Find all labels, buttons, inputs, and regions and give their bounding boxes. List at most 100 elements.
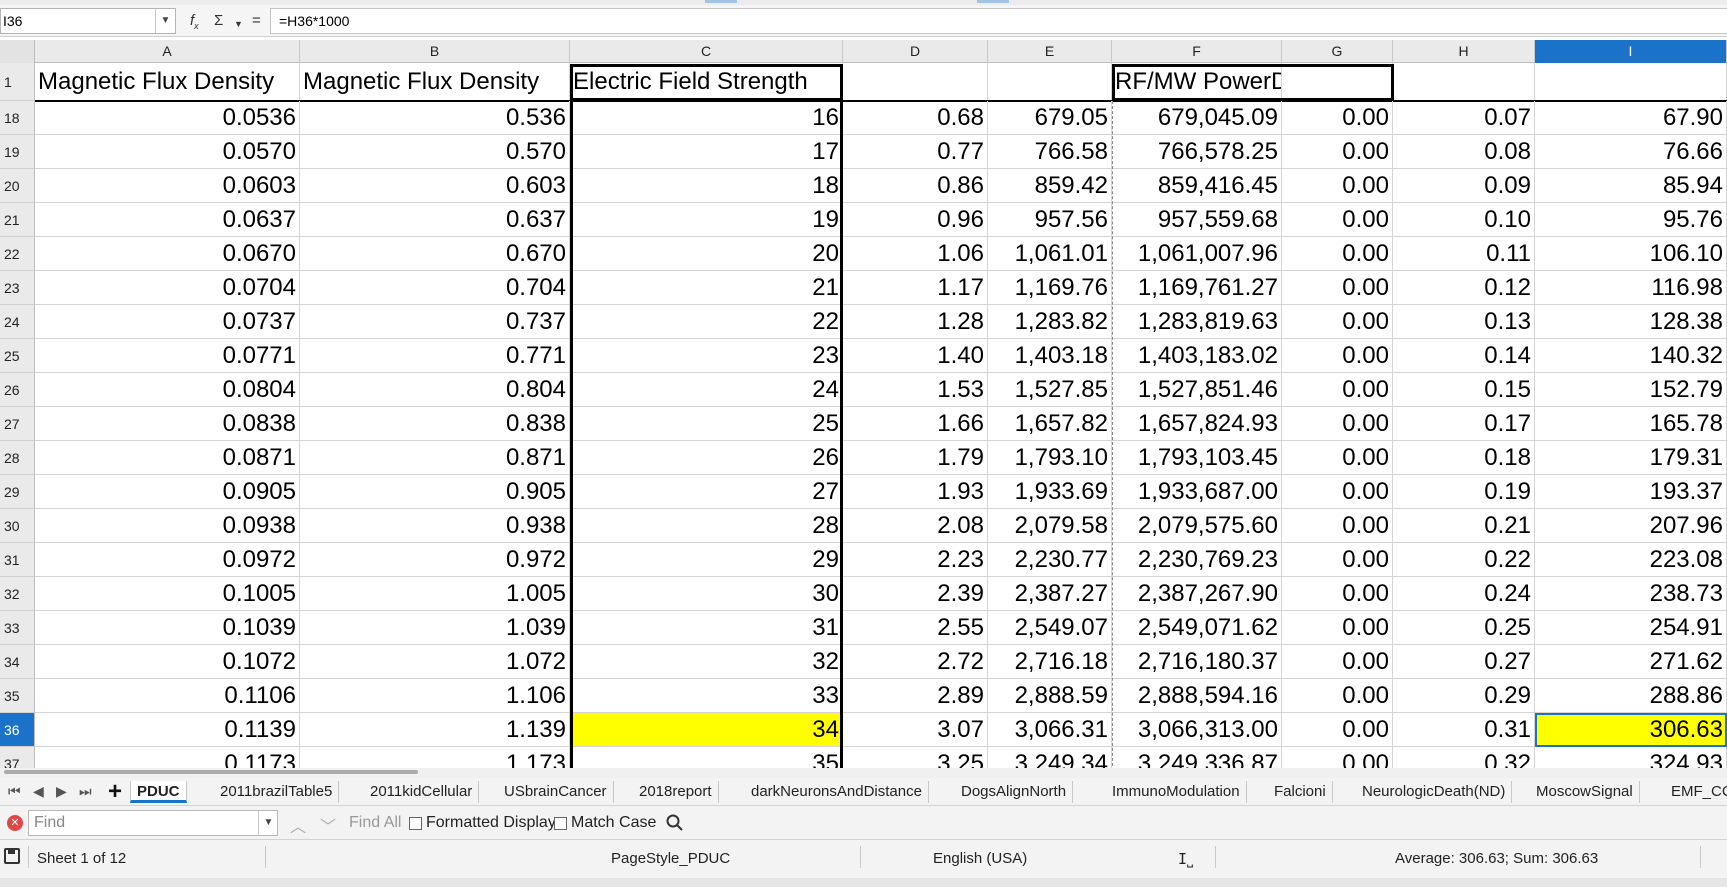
cell-d[interactable]: 1.17 <box>843 271 988 305</box>
cell-e[interactable]: 2,387.27 <box>988 577 1112 611</box>
cell-c[interactable]: 20 <box>570 237 843 271</box>
cell-h[interactable]: 0.12 <box>1393 271 1535 305</box>
cell-a[interactable]: 0.0804 <box>35 373 300 407</box>
cell-g[interactable]: 0.00 <box>1282 611 1393 645</box>
cell-f[interactable]: 679,045.09 <box>1112 101 1282 135</box>
cell-g[interactable]: 0.00 <box>1282 169 1393 203</box>
cell-a[interactable]: 0.0637 <box>35 203 300 237</box>
cell-i[interactable]: 67.90 <box>1535 101 1727 135</box>
cell-d[interactable]: 2.08 <box>843 509 988 543</box>
cell-b[interactable]: 0.737 <box>300 305 570 339</box>
cell-d[interactable]: 1.28 <box>843 305 988 339</box>
cell-i[interactable]: 324.93 <box>1535 747 1727 768</box>
first-sheet-icon[interactable]: ⏮ <box>8 783 21 800</box>
cell-e[interactable]: 3,066.31 <box>988 713 1112 747</box>
cell-b[interactable]: 0.704 <box>300 271 570 305</box>
document-modified-icon[interactable] <box>4 848 20 864</box>
formula-input[interactable]: =H36*1000 <box>270 8 1727 34</box>
cell-i[interactable] <box>1535 63 1727 101</box>
cell-f[interactable]: 766,578.25 <box>1112 135 1282 169</box>
cell-a[interactable]: 0.0737 <box>35 305 300 339</box>
cell-e[interactable] <box>988 63 1112 101</box>
sheet-tab[interactable]: EMF_CC <box>1665 781 1727 803</box>
cell-d[interactable]: 0.96 <box>843 203 988 237</box>
cell-c[interactable]: 31 <box>570 611 843 645</box>
cell-b[interactable]: 1.039 <box>300 611 570 645</box>
row-header[interactable]: 1 <box>0 63 35 101</box>
cell-i[interactable]: 165.78 <box>1535 407 1727 441</box>
row-header[interactable]: 26 <box>0 373 35 407</box>
cell-g[interactable]: 0.00 <box>1282 577 1393 611</box>
cell-h[interactable]: 0.15 <box>1393 373 1535 407</box>
name-box[interactable]: I36 ▼ <box>0 8 176 34</box>
cell-d[interactable]: 2.72 <box>843 645 988 679</box>
cell-f[interactable]: 2,888,594.16 <box>1112 679 1282 713</box>
cell-i[interactable]: 152.79 <box>1535 373 1727 407</box>
cell-h[interactable]: 0.09 <box>1393 169 1535 203</box>
cell-e[interactable]: 2,888.59 <box>988 679 1112 713</box>
cell-a[interactable]: Magnetic Flux Density <box>35 63 300 101</box>
cell-e[interactable]: 2,079.58 <box>988 509 1112 543</box>
cell-d[interactable]: 2.89 <box>843 679 988 713</box>
cell-f[interactable]: 1,657,824.93 <box>1112 407 1282 441</box>
cell-i[interactable]: 306.63 <box>1535 713 1727 747</box>
cell-h[interactable]: 0.32 <box>1393 747 1535 768</box>
cell-i[interactable]: 254.91 <box>1535 611 1727 645</box>
cell-c[interactable]: 29 <box>570 543 843 577</box>
row-header[interactable]: 33 <box>0 611 35 645</box>
cell-d[interactable]: 3.07 <box>843 713 988 747</box>
cell-h[interactable]: 0.08 <box>1393 135 1535 169</box>
row-header[interactable]: 34 <box>0 645 35 679</box>
cell-g[interactable]: 0.00 <box>1282 509 1393 543</box>
cell-i[interactable]: 140.32 <box>1535 339 1727 373</box>
match-case-checkbox[interactable] <box>554 817 567 830</box>
cell-d[interactable]: 0.77 <box>843 135 988 169</box>
cell-g[interactable]: 0.00 <box>1282 237 1393 271</box>
cell-b[interactable]: 0.536 <box>300 101 570 135</box>
cell-g[interactable]: 0.00 <box>1282 101 1393 135</box>
cell-g[interactable]: 0.00 <box>1282 747 1393 768</box>
cell-f[interactable]: 957,559.68 <box>1112 203 1282 237</box>
cell-g[interactable]: 0.00 <box>1282 441 1393 475</box>
sheet-tab[interactable]: 2018report <box>633 781 719 803</box>
cell-g[interactable]: 0.00 <box>1282 645 1393 679</box>
cell-f[interactable]: 1,283,819.63 <box>1112 305 1282 339</box>
cell-i[interactable]: 76.66 <box>1535 135 1727 169</box>
cell-h[interactable]: 0.24 <box>1393 577 1535 611</box>
cell-f[interactable]: 2,549,071.62 <box>1112 611 1282 645</box>
cell-f[interactable]: 2,387,267.90 <box>1112 577 1282 611</box>
row-header[interactable]: 37 <box>0 747 35 768</box>
cell-b[interactable]: 0.972 <box>300 543 570 577</box>
cell-c[interactable]: 32 <box>570 645 843 679</box>
last-sheet-icon[interactable]: ⏭ <box>79 783 92 800</box>
cell-h[interactable]: 0.07 <box>1393 101 1535 135</box>
column-header-e[interactable]: E <box>988 40 1112 63</box>
cell-g[interactable]: 0.00 <box>1282 713 1393 747</box>
cell-c[interactable]: 26 <box>570 441 843 475</box>
sheet-tab[interactable]: darkNeuronsAndDistance <box>745 781 929 803</box>
cell-e[interactable]: 766.58 <box>988 135 1112 169</box>
cell-b[interactable]: 0.570 <box>300 135 570 169</box>
cell-c[interactable]: 25 <box>570 407 843 441</box>
close-icon[interactable]: ✕ <box>7 815 23 831</box>
column-header-a[interactable]: A <box>35 40 300 63</box>
cell-c[interactable]: 33 <box>570 679 843 713</box>
row-header[interactable]: 18 <box>0 101 35 135</box>
chevron-down-icon[interactable]: ▼ <box>258 811 278 835</box>
cell-d[interactable]: 1.66 <box>843 407 988 441</box>
cell-b[interactable]: Magnetic Flux Density <box>300 63 570 101</box>
cell-i[interactable]: 95.76 <box>1535 203 1727 237</box>
cell-c[interactable]: 16 <box>570 101 843 135</box>
cell-d[interactable]: 3.25 <box>843 747 988 768</box>
cell-b[interactable]: 1.106 <box>300 679 570 713</box>
column-header-b[interactable]: B <box>300 40 570 63</box>
row-header[interactable]: 35 <box>0 679 35 713</box>
selection-summary[interactable]: Average: 306.63; Sum: 306.63 <box>1395 850 1598 867</box>
cell-i[interactable]: 116.98 <box>1535 271 1727 305</box>
cell-a[interactable]: 0.0871 <box>35 441 300 475</box>
cell-i[interactable]: 85.94 <box>1535 169 1727 203</box>
cell-i[interactable]: 106.10 <box>1535 237 1727 271</box>
cell-i[interactable]: 271.62 <box>1535 645 1727 679</box>
next-sheet-icon[interactable]: ▶ <box>56 783 67 800</box>
cell-d[interactable]: 1.40 <box>843 339 988 373</box>
